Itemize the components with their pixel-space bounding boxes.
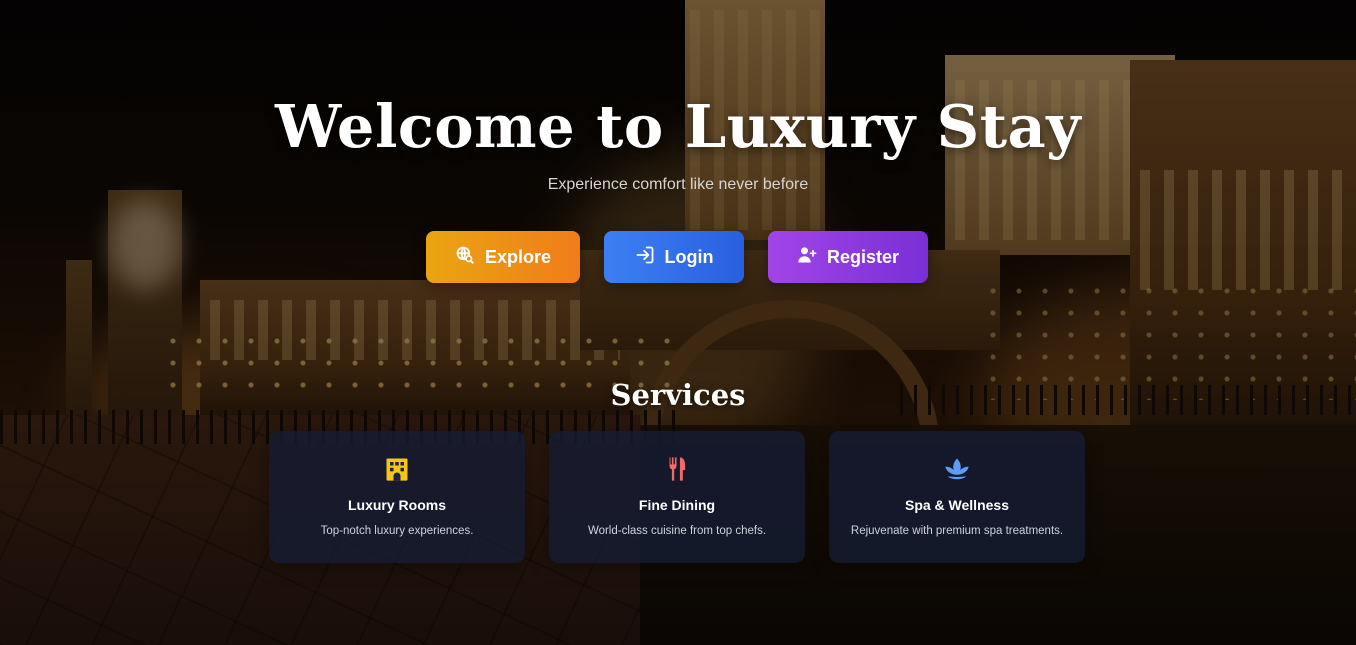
services-heading: Services [610, 378, 746, 412]
service-description: World-class cuisine from top chefs. [587, 525, 767, 537]
user-plus-icon [797, 245, 817, 270]
service-title: Spa & Wellness [904, 497, 1009, 513]
explore-button[interactable]: Explore [426, 231, 580, 283]
landing-page: Welcome to Luxury Stay Experience comfor… [0, 0, 1356, 645]
login-button[interactable]: Login [604, 231, 744, 283]
login-button-label: Login [664, 246, 714, 267]
service-card-spa-wellness: Spa & Wellness Rejuvenate with premium s… [829, 431, 1085, 563]
register-button-label: Register [826, 246, 900, 267]
service-card-luxury-rooms: Luxury Rooms Top-notch luxury experience… [269, 431, 525, 563]
hero-title: Welcome to Luxury Stay [274, 92, 1082, 161]
globe-search-icon [455, 245, 475, 270]
hero-subtitle: Experience comfort like never before [547, 176, 809, 193]
service-title: Luxury Rooms [347, 497, 446, 513]
service-card-fine-dining: Fine Dining World-class cuisine from top… [549, 431, 805, 563]
fork-knife-icon [549, 455, 805, 485]
login-arrow-icon [635, 245, 655, 270]
hero-actions: Explore Login Register [0, 231, 1356, 283]
hotel-building-icon [269, 455, 525, 485]
service-description: Top-notch luxury experiences. [320, 525, 474, 537]
explore-button-label: Explore [484, 246, 552, 267]
register-button[interactable]: Register [768, 231, 928, 283]
lotus-spa-icon [829, 455, 1085, 485]
service-title: Fine Dining [638, 497, 716, 513]
service-description: Rejuvenate with premium spa treatments. [850, 525, 1064, 537]
